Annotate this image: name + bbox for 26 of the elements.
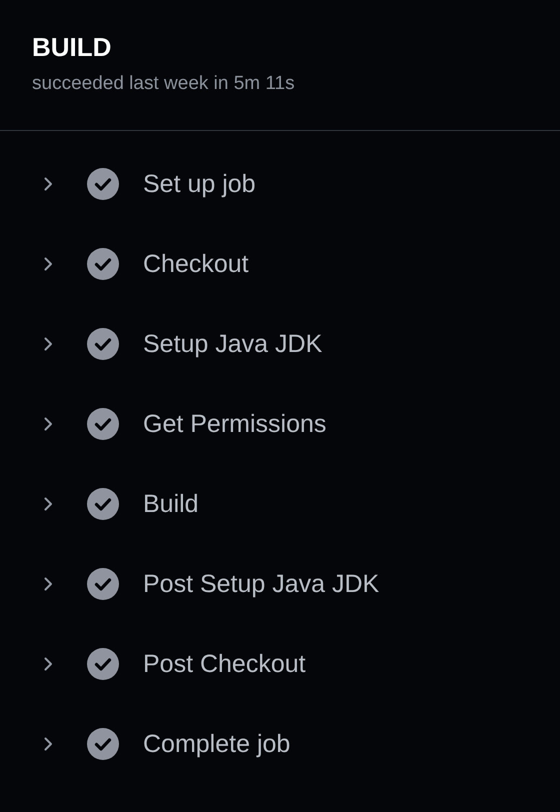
step-label: Complete job bbox=[143, 729, 290, 760]
check-circle-icon bbox=[87, 728, 119, 760]
step-row[interactable]: Complete job bbox=[0, 704, 560, 784]
check-circle-icon bbox=[87, 408, 119, 440]
step-label: Post Checkout bbox=[143, 649, 306, 680]
check-circle-icon bbox=[87, 568, 119, 600]
step-row[interactable]: Post Checkout bbox=[0, 624, 560, 704]
step-label: Post Setup Java JDK bbox=[143, 569, 380, 600]
step-label: Get Permissions bbox=[143, 409, 326, 440]
check-circle-icon bbox=[87, 168, 119, 200]
step-row[interactable]: Set up job bbox=[0, 144, 560, 224]
step-row[interactable]: Setup Java JDK bbox=[0, 304, 560, 384]
step-row[interactable]: Checkout bbox=[0, 224, 560, 304]
job-summary: succeeded last week in 5m 11s bbox=[32, 72, 296, 96]
check-circle-icon bbox=[87, 648, 119, 680]
step-label: Set up job bbox=[143, 169, 256, 200]
check-circle-icon bbox=[87, 328, 119, 360]
check-circle-icon bbox=[87, 248, 119, 280]
step-label: Checkout bbox=[143, 249, 249, 280]
step-row[interactable]: Build bbox=[0, 464, 560, 544]
step-row[interactable]: Get Permissions bbox=[0, 384, 560, 464]
step-row[interactable]: Post Setup Java JDK bbox=[0, 544, 560, 624]
step-label: Setup Java JDK bbox=[143, 329, 322, 360]
check-circle-icon bbox=[87, 488, 119, 520]
step-label: Build bbox=[143, 489, 199, 520]
job-title: BUILD bbox=[32, 31, 112, 64]
